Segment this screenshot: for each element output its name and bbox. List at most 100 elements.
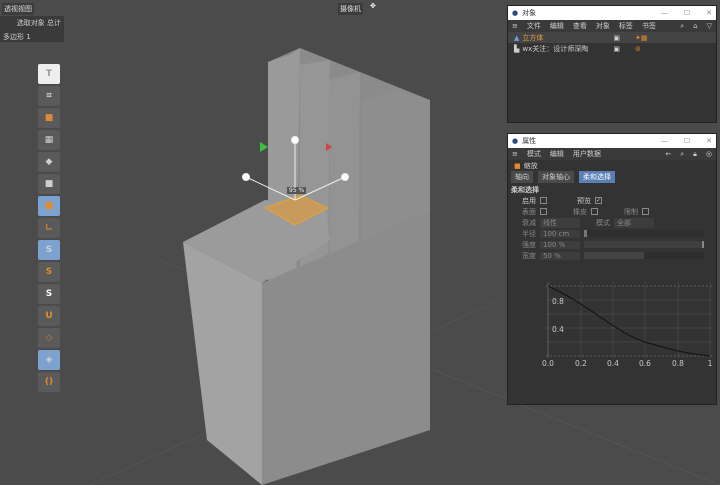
- scale-readout: 95 %: [287, 187, 307, 194]
- object-row[interactable]: ▲ 立方体 ▣ ✦▦: [508, 32, 716, 43]
- model-icon[interactable]: ⌗: [38, 86, 60, 106]
- rubber-label: 橡皮: [573, 207, 587, 216]
- back-arrow-icon[interactable]: ←: [665, 150, 671, 158]
- x-tick: 0.4: [607, 359, 619, 368]
- tab-axis[interactable]: 轴向: [511, 170, 533, 183]
- polygon-icon[interactable]: ■: [38, 174, 60, 194]
- hud-header: 选取对象 总计: [16, 19, 61, 27]
- falloff-curve: [547, 285, 711, 357]
- menu-bookmarks[interactable]: 书签: [642, 21, 656, 31]
- visibility-icon[interactable]: ▣: [613, 34, 620, 42]
- strength-input[interactable]: 100 %: [540, 240, 580, 249]
- radius-input[interactable]: 100 cm: [540, 229, 580, 238]
- lock-icon[interactable]: 🔒︎: [693, 150, 697, 159]
- menu-file[interactable]: 文件: [527, 21, 541, 31]
- filter-icon[interactable]: ▽: [707, 22, 712, 30]
- limit-checkbox[interactable]: [642, 208, 649, 215]
- minimize-button[interactable]: —: [661, 9, 668, 17]
- x-tick: 0.2: [575, 359, 587, 368]
- preview-checkbox[interactable]: ✓: [595, 197, 602, 204]
- visibility-icon[interactable]: ▣: [613, 45, 620, 53]
- attributes-title: 属性: [522, 137, 537, 145]
- hud-polygons-value: 1: [26, 33, 31, 41]
- preview-label: 预览: [577, 196, 591, 205]
- scale-tool-icon: ■: [514, 161, 521, 170]
- hamburger-icon[interactable]: ≡: [512, 22, 518, 30]
- width-input[interactable]: 50 %: [540, 251, 580, 260]
- cube-icon[interactable]: ■: [38, 108, 60, 128]
- width-label: 宽度: [522, 251, 536, 260]
- section-title: 柔和选择: [511, 185, 539, 194]
- settings-icon[interactable]: ◎: [706, 150, 712, 158]
- front-box-left: [183, 242, 262, 485]
- texture-icon[interactable]: T: [38, 64, 60, 84]
- close-button[interactable]: ✕: [706, 9, 712, 17]
- mode-label: 模式: [596, 218, 610, 227]
- cube-object-icon: ▲: [514, 33, 520, 42]
- menu-tags[interactable]: 标签: [619, 21, 633, 31]
- search-icon[interactable]: ⌕: [680, 22, 684, 31]
- maximize-button[interactable]: ☐: [684, 137, 690, 145]
- grid-icon[interactable]: ◇: [38, 328, 60, 348]
- strength-label: 强度: [522, 240, 536, 249]
- menu-edit[interactable]: 编辑: [550, 21, 564, 31]
- object-manager-title: 对象: [522, 9, 537, 17]
- c4d-logo-icon: ●: [512, 9, 519, 17]
- falloff-graph[interactable]: 0.8 0.4 0.0 0.2 0.4 0.6 0.8 1: [528, 274, 718, 368]
- snap-icon[interactable]: S: [38, 240, 60, 260]
- axis-icon[interactable]: ∟: [38, 218, 60, 238]
- object-row[interactable]: ▙ wx关注：设计师深陶 ▣ ⊘: [508, 43, 716, 54]
- attribute-manager: ● 属性 — ☐ ✕ ≡ 模式 编辑 用户数据 ← ⌕ 🔒︎ ◎ ■ 缩放 轴向 对象轴心 柔和选择 柔…: [507, 133, 717, 405]
- x-tick: 0.0: [542, 359, 554, 368]
- tab-soft-selection[interactable]: 柔和选择: [579, 170, 615, 183]
- tab-object-axis[interactable]: 对象轴心: [538, 170, 574, 183]
- left-toolbar: T ⌗ ■ ▦ ◆ ■ ■ ∟ S S S U ◇ ◈ (): [38, 62, 64, 394]
- lock-icon[interactable]: (): [38, 372, 60, 392]
- maximize-button[interactable]: ☐: [684, 9, 690, 17]
- menu-view[interactable]: 查看: [573, 21, 587, 31]
- surface-checkbox[interactable]: [540, 208, 547, 215]
- y-axis-flag-icon: [260, 142, 268, 152]
- camera-nav-icon[interactable]: ✥: [370, 2, 376, 10]
- search-icon[interactable]: ⌕: [680, 150, 684, 159]
- c4d-logo-icon: ●: [512, 137, 519, 145]
- workplane-icon[interactable]: ◈: [38, 350, 60, 370]
- minimize-button[interactable]: —: [661, 137, 668, 145]
- tag-icon[interactable]: ✦▦: [635, 34, 647, 42]
- menu-user-data[interactable]: 用户数据: [573, 149, 601, 159]
- cube-select-icon[interactable]: ■: [38, 196, 60, 216]
- x-tick: 0.8: [672, 359, 684, 368]
- hamburger-icon[interactable]: ≡: [512, 150, 518, 158]
- falloff-select[interactable]: 线性: [540, 217, 580, 228]
- x-tick: 0.6: [639, 359, 651, 368]
- strength-slider[interactable]: [584, 241, 704, 248]
- object-name[interactable]: wx关注：设计师深陶: [522, 44, 602, 54]
- radius-label: 半径: [522, 229, 536, 238]
- tag-icon[interactable]: ⊘: [635, 45, 641, 53]
- object-name[interactable]: 立方体: [522, 33, 602, 43]
- hud-panel: 选取对象 总计 多边形 1: [0, 16, 64, 42]
- menu-mode[interactable]: 模式: [527, 149, 541, 159]
- menu-object[interactable]: 对象: [596, 21, 610, 31]
- camera-menu[interactable]: 摄像机: [338, 3, 363, 15]
- rubber-checkbox[interactable]: [591, 208, 598, 215]
- snap-white-icon[interactable]: S: [38, 284, 60, 304]
- home-icon[interactable]: ⌂: [693, 22, 697, 30]
- enable-label: 启用: [522, 196, 536, 205]
- menu-edit[interactable]: 编辑: [550, 149, 564, 159]
- x-tick: 1: [708, 359, 713, 368]
- object-icon[interactable]: ◆: [38, 152, 60, 172]
- falloff-label: 衰减: [522, 218, 536, 227]
- close-button[interactable]: ✕: [706, 137, 712, 145]
- mode-select[interactable]: 全部: [614, 217, 654, 228]
- radius-slider[interactable]: [584, 230, 704, 237]
- magnet-icon[interactable]: U: [38, 306, 60, 326]
- checker-icon[interactable]: ▦: [38, 130, 60, 150]
- snap-orange-icon[interactable]: S: [38, 262, 60, 282]
- y-tick: 0.4: [552, 325, 564, 334]
- width-slider[interactable]: [584, 252, 704, 259]
- tool-name: 缩放: [523, 161, 538, 170]
- y-tick: 0.8: [552, 297, 564, 306]
- enable-checkbox[interactable]: [540, 197, 547, 204]
- viewport-title[interactable]: 透视视图: [2, 3, 34, 15]
